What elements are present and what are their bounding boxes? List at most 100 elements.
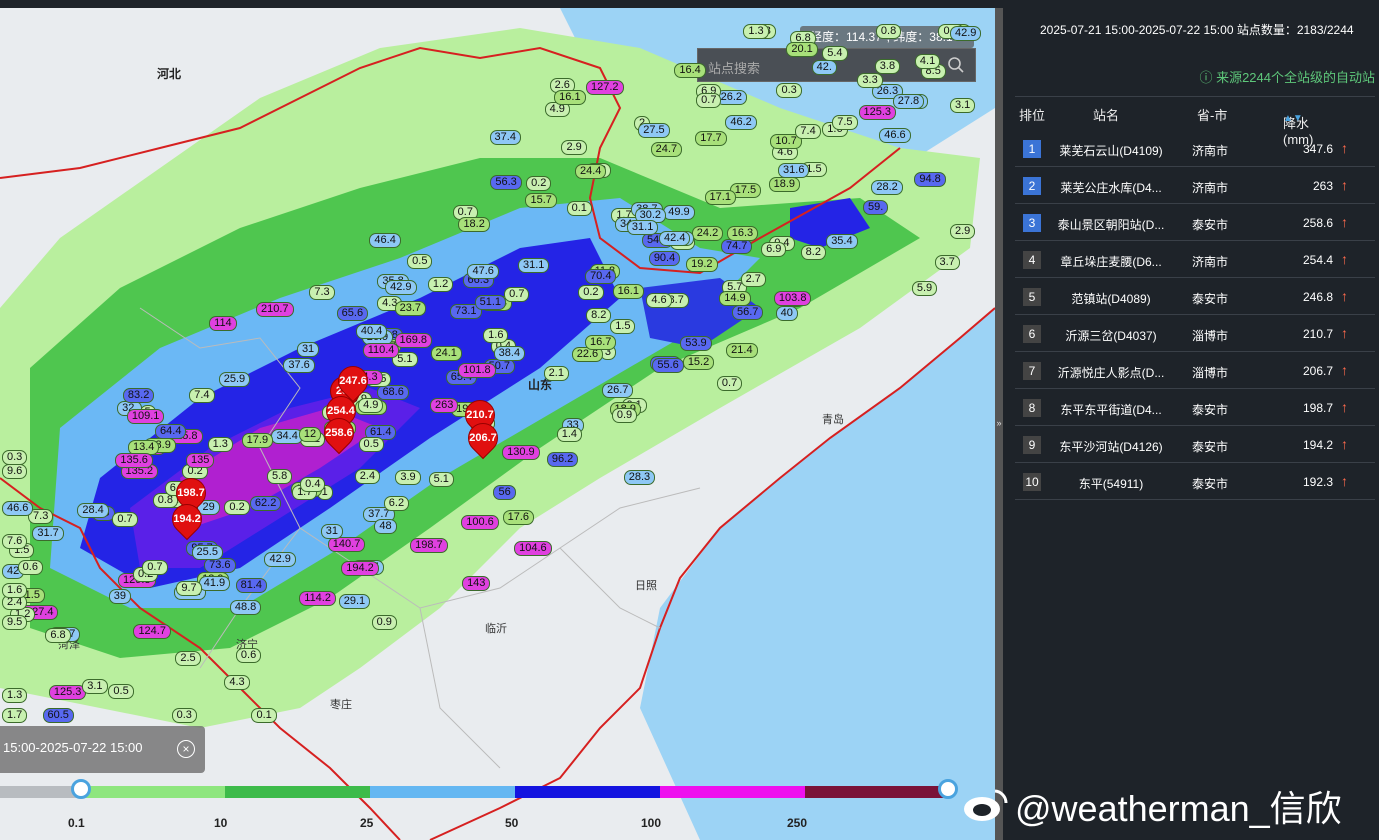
- station-value-label[interactable]: 3.8: [874, 58, 901, 74]
- station-value-label[interactable]: 51.1: [474, 294, 507, 310]
- ranking-row[interactable]: 4 章丘垛庄麦腰(D6... 济南市 254.4 ↑: [1015, 241, 1375, 278]
- station-value-label[interactable]: 25.9: [218, 371, 251, 387]
- station-value-label[interactable]: 5.9: [911, 280, 938, 296]
- precipitation-map[interactable]: 经度：114.37°, 纬度：38.10° 站点搜索 河北 山东 青岛 日照 临沂 枣庄济…: [0, 8, 995, 840]
- station-value-label[interactable]: 14.9: [719, 290, 751, 306]
- station-value-label[interactable]: 40.4: [355, 324, 388, 340]
- station-value-label[interactable]: 0.5: [407, 253, 433, 269]
- station-value-label[interactable]: 101.8: [458, 362, 496, 378]
- station-value-label[interactable]: 0.7: [504, 287, 530, 303]
- station-value-label[interactable]: 56.3: [490, 174, 522, 190]
- station-value-label[interactable]: 73.6: [204, 558, 236, 574]
- legend-max-handle[interactable]: [938, 779, 958, 799]
- station-value-label[interactable]: 0.1: [251, 708, 277, 723]
- station-value-label[interactable]: 4.9: [358, 397, 384, 413]
- station-value-label[interactable]: 46.2: [725, 114, 757, 130]
- station-value-label[interactable]: 90.4: [648, 251, 681, 267]
- station-value-label[interactable]: 0.3: [171, 708, 197, 723]
- station-value-label[interactable]: 31.1: [517, 258, 550, 274]
- station-value-label[interactable]: 3.1: [82, 678, 108, 694]
- station-value-label[interactable]: 0.3: [2, 450, 28, 466]
- station-value-label[interactable]: 15.2: [682, 354, 715, 370]
- station-value-label[interactable]: 0.2: [578, 284, 604, 300]
- station-value-label[interactable]: 0.9: [611, 408, 638, 424]
- station-value-label[interactable]: 24.4: [574, 164, 607, 180]
- station-value-label[interactable]: 37.6: [283, 357, 315, 373]
- station-value-label[interactable]: 7.4: [189, 388, 215, 404]
- station-value-label[interactable]: 17.1: [704, 190, 736, 206]
- station-value-label[interactable]: 169.8: [394, 332, 433, 348]
- station-value-label[interactable]: 0.7: [716, 376, 743, 392]
- ranking-row[interactable]: 8 东平东平街道(D4... 泰安市 198.7 ↑: [1015, 389, 1375, 426]
- station-value-label[interactable]: 1.3: [207, 437, 233, 453]
- station-value-label[interactable]: 16.1: [554, 90, 586, 106]
- station-value-label[interactable]: 1.2: [427, 277, 454, 293]
- ranking-row[interactable]: 5 范镇站(D4089) 泰安市 246.8 ↑: [1015, 278, 1375, 315]
- station-value-label[interactable]: 2.9: [561, 139, 587, 155]
- station-value-label[interactable]: 0.7: [142, 560, 168, 576]
- station-value-label[interactable]: 49.9: [663, 204, 695, 220]
- station-value-label[interactable]: 55.6: [652, 358, 684, 374]
- ranking-row[interactable]: 9 东平沙河站(D4126) 泰安市 194.2 ↑: [1015, 426, 1375, 463]
- station-value-label[interactable]: 16.1: [612, 284, 644, 300]
- station-value-label[interactable]: 17.7: [695, 130, 727, 146]
- ranking-row[interactable]: 3 泰山景区朝阳站(D... 泰安市 258.6 ↑: [1015, 204, 1375, 241]
- station-value-label[interactable]: 31.7: [32, 525, 64, 541]
- ranking-row[interactable]: 6 沂源三岔(D4037) 淄博市 210.7 ↑: [1015, 315, 1375, 352]
- station-value-label[interactable]: 103.8: [773, 291, 812, 307]
- station-value-label[interactable]: 7.4: [795, 123, 821, 139]
- station-value-label[interactable]: 42.9: [385, 280, 417, 296]
- station-value-label[interactable]: 28.2: [871, 179, 903, 195]
- station-value-label[interactable]: 143: [462, 576, 491, 592]
- station-value-label[interactable]: 46.6: [879, 128, 911, 144]
- station-value-label[interactable]: 28.3: [623, 470, 656, 486]
- station-value-label[interactable]: 24.7: [650, 142, 683, 158]
- station-value-label[interactable]: 96.2: [546, 451, 579, 467]
- station-value-label[interactable]: 1.6: [483, 327, 509, 343]
- station-value-label[interactable]: 104.6: [514, 540, 552, 556]
- station-value-label[interactable]: 27.8: [892, 94, 925, 110]
- station-value-label[interactable]: 62.2: [249, 495, 282, 511]
- station-value-label[interactable]: 23.7: [394, 300, 427, 316]
- ranking-row[interactable]: 7 沂源悦庄人影点(D... 淄博市 206.7 ↑: [1015, 352, 1375, 389]
- station-value-label[interactable]: 7.6: [2, 533, 28, 549]
- station-value-label[interactable]: 0.6: [17, 559, 43, 575]
- station-value-label[interactable]: 48.8: [229, 599, 262, 615]
- station-value-label[interactable]: 3.7: [934, 254, 960, 270]
- station-value-label[interactable]: 31.1: [626, 220, 659, 236]
- station-value-label[interactable]: 70.4: [585, 269, 617, 285]
- station-value-label[interactable]: 83.2: [122, 387, 155, 403]
- station-value-label[interactable]: 210.7: [255, 301, 294, 317]
- station-value-label[interactable]: 8.2: [800, 245, 826, 261]
- station-value-label[interactable]: 6.8: [45, 628, 71, 644]
- station-value-label[interactable]: 130.9: [502, 444, 540, 460]
- collapse-panel-icon[interactable]: »: [995, 418, 1003, 434]
- station-value-label[interactable]: 194.2: [341, 561, 379, 577]
- station-value-label[interactable]: 16.7: [584, 335, 617, 351]
- station-value-label[interactable]: 31: [296, 341, 320, 357]
- station-value-label[interactable]: 42.9: [264, 551, 296, 567]
- sort-icon[interactable]: ▲▼: [1283, 113, 1303, 124]
- station-value-label[interactable]: 47.6: [467, 264, 499, 280]
- station-value-label[interactable]: 0.9: [371, 615, 397, 631]
- station-value-label[interactable]: 4.3: [224, 674, 250, 690]
- station-value-label[interactable]: 28.4: [77, 503, 109, 519]
- station-value-label[interactable]: 2.4: [354, 469, 381, 485]
- station-value-label[interactable]: 1.4: [556, 427, 583, 443]
- station-value-label[interactable]: 6.9: [761, 242, 787, 257]
- station-value-label[interactable]: 9.5: [2, 615, 28, 631]
- station-value-label[interactable]: 34.4: [271, 429, 303, 445]
- station-value-label[interactable]: 1.5: [610, 318, 636, 334]
- station-value-label[interactable]: 8.2: [586, 308, 612, 324]
- station-value-label[interactable]: 74.7: [720, 239, 753, 255]
- station-value-label[interactable]: 124.7: [133, 623, 171, 639]
- station-value-label[interactable]: 3.9: [395, 469, 421, 485]
- station-value-label[interactable]: 140.7: [327, 536, 366, 552]
- station-value-label[interactable]: 5.8: [266, 468, 293, 484]
- station-value-label[interactable]: 16.4: [674, 63, 706, 79]
- station-value-label[interactable]: 21.4: [726, 343, 758, 359]
- station-value-label[interactable]: 27.5: [638, 122, 670, 138]
- station-value-label[interactable]: 42.9: [950, 25, 982, 41]
- station-value-label[interactable]: 0.7: [112, 512, 138, 528]
- station-value-label[interactable]: 127.2: [585, 80, 624, 96]
